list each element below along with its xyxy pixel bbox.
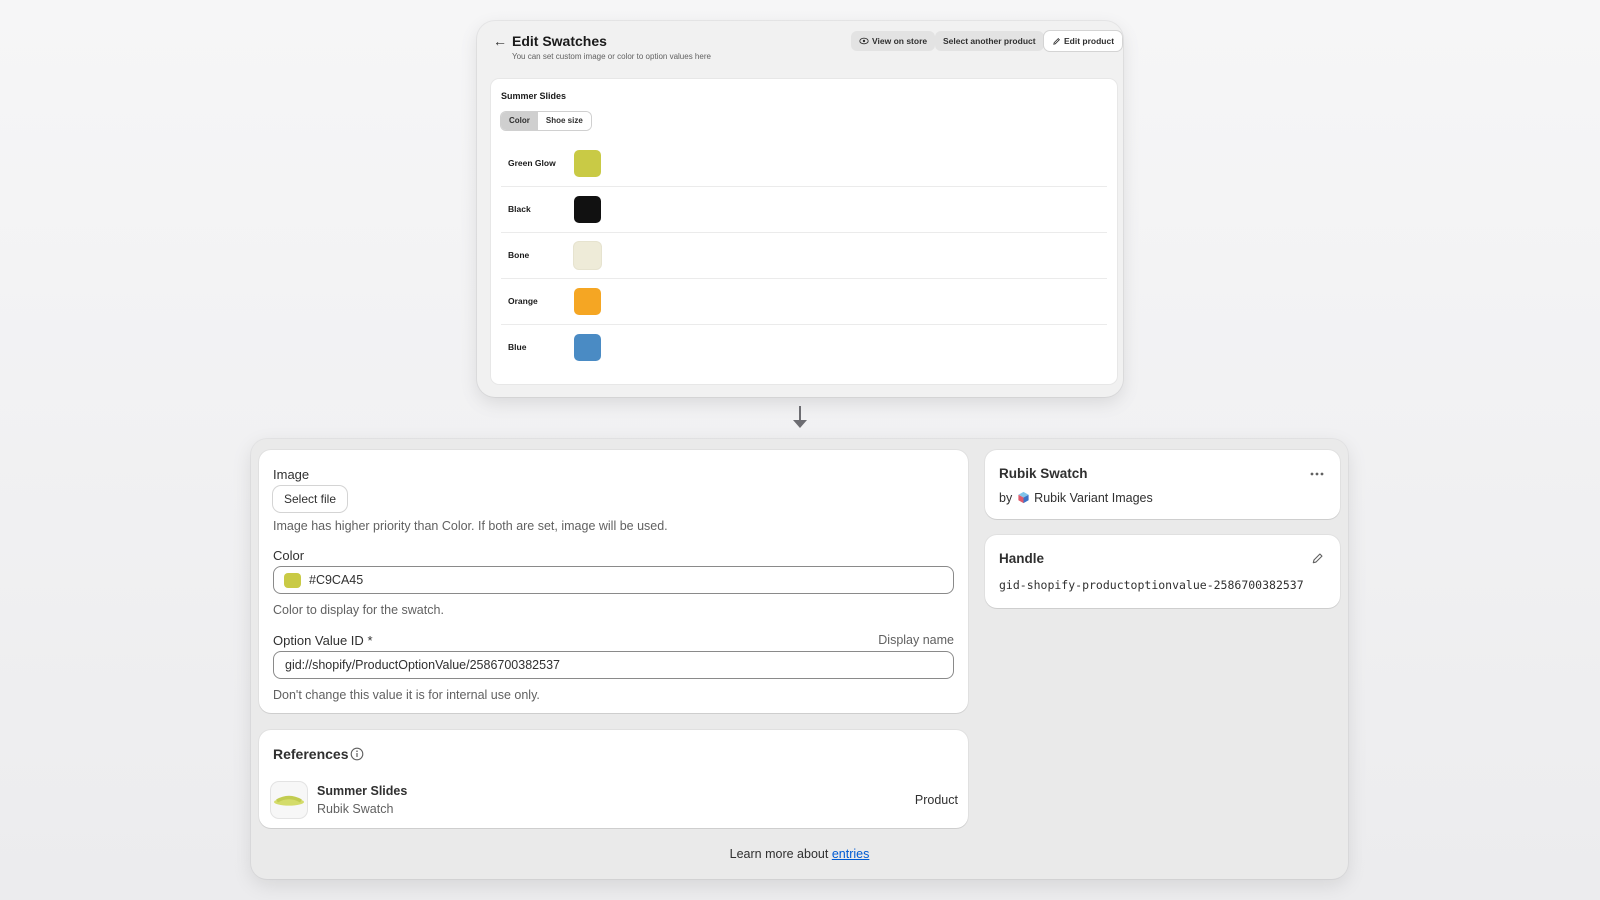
swatch-name: Blue bbox=[508, 342, 527, 352]
view-on-store-button[interactable]: View on store bbox=[851, 31, 936, 51]
entry-editor: Image Select file Image has higher prior… bbox=[251, 439, 1348, 879]
page-header: ← Edit Swatches You can set custom image… bbox=[477, 21, 1123, 77]
references-card: References Summer Slides Rubik Swatch Pr… bbox=[259, 730, 968, 828]
swatch-name: Bone bbox=[508, 250, 530, 260]
swatch-color-chip[interactable] bbox=[574, 196, 601, 223]
entries-link[interactable]: entries bbox=[832, 847, 870, 861]
color-value: #C9CA45 bbox=[309, 573, 364, 587]
option-value-id-field[interactable]: gid://shopify/ProductOptionValue/2586700… bbox=[273, 651, 954, 679]
tab-color[interactable]: Color bbox=[501, 112, 538, 130]
more-options-icon[interactable] bbox=[1310, 472, 1324, 476]
edit-pencil-icon[interactable] bbox=[1311, 552, 1324, 565]
color-help-text: Color to display for the swatch. bbox=[273, 603, 444, 617]
color-preview-swatch[interactable] bbox=[284, 573, 301, 588]
page-title: Edit Swatches bbox=[512, 33, 607, 49]
slide-sandal-image bbox=[274, 795, 304, 806]
app-name[interactable]: Rubik Variant Images bbox=[1034, 491, 1153, 505]
swatch-color-chip[interactable] bbox=[574, 288, 601, 315]
back-arrow-icon[interactable]: ← bbox=[493, 33, 507, 49]
swatch-name: Green Glow bbox=[508, 158, 556, 168]
swatch-form-card: Image Select file Image has higher prior… bbox=[259, 450, 968, 713]
edit-product-button[interactable]: Edit product bbox=[1044, 31, 1123, 51]
option-value-id-value: gid://shopify/ProductOptionValue/2586700… bbox=[285, 658, 560, 672]
handle-value: gid-shopify-productoptionvalue-258670038… bbox=[999, 578, 1304, 592]
cube-logo-icon bbox=[1018, 491, 1029, 504]
option-value-help-text: Don't change this value it is for intern… bbox=[273, 688, 540, 702]
page-subtitle: You can set custom image or color to opt… bbox=[512, 52, 711, 61]
swatch-row[interactable]: Bone bbox=[501, 232, 1107, 279]
product-name: Summer Slides bbox=[501, 91, 567, 101]
image-help-text: Image has higher priority than Color. If… bbox=[273, 519, 668, 533]
display-name-link[interactable]: Display name bbox=[878, 633, 954, 647]
tab-shoe-size[interactable]: Shoe size bbox=[537, 112, 591, 130]
learn-more-text: Learn more about bbox=[729, 847, 829, 861]
app-card-title: Rubik Swatch bbox=[999, 466, 1088, 481]
pencil-icon bbox=[1053, 38, 1060, 45]
app-byline: by Rubik Variant Images bbox=[999, 491, 1153, 505]
reference-type: Product bbox=[914, 793, 958, 807]
app-card: Rubik Swatch by Rubik Variant Images bbox=[985, 450, 1340, 519]
option-value-id-label-text: Option Value ID bbox=[273, 633, 364, 648]
swatch-name: Orange bbox=[508, 296, 538, 306]
swatch-color-chip[interactable] bbox=[574, 334, 601, 361]
reference-subtitle: Rubik Swatch bbox=[317, 802, 394, 816]
option-value-id-label: Option Value ID * bbox=[273, 633, 373, 648]
swatch-color-chip[interactable] bbox=[574, 242, 601, 269]
edit-product-label: Edit product bbox=[1064, 36, 1115, 46]
arrow-down-icon bbox=[793, 406, 807, 428]
info-icon[interactable] bbox=[350, 747, 364, 761]
required-marker: * bbox=[367, 633, 373, 648]
swatches-panel: Summer Slides Color Shoe size Green Glow… bbox=[491, 79, 1117, 384]
swatch-color-chip[interactable] bbox=[574, 150, 601, 177]
product-thumbnail[interactable] bbox=[271, 782, 307, 818]
references-title: References bbox=[273, 746, 349, 762]
swatch-row[interactable]: Orange bbox=[501, 278, 1107, 325]
eye-icon bbox=[859, 37, 869, 45]
reference-title[interactable]: Summer Slides bbox=[317, 784, 407, 798]
option-tabs: Color Shoe size bbox=[501, 112, 591, 130]
handle-title: Handle bbox=[999, 551, 1045, 566]
swatch-row[interactable]: Black bbox=[501, 186, 1107, 233]
swatch-row[interactable]: Green Glow bbox=[501, 140, 1107, 187]
image-label: Image bbox=[273, 467, 310, 482]
color-field[interactable]: #C9CA45 bbox=[273, 566, 954, 594]
learn-more: Learn more about entries bbox=[251, 847, 1348, 861]
select-another-product-label: Select another product bbox=[943, 36, 1036, 46]
handle-card: Handle gid-shopify-productoptionvalue-25… bbox=[985, 535, 1340, 608]
swatch-row[interactable]: Blue bbox=[501, 324, 1107, 370]
swatch-name: Black bbox=[508, 204, 531, 214]
color-label: Color bbox=[273, 548, 305, 563]
view-on-store-label: View on store bbox=[872, 36, 928, 46]
edit-swatches-window: ← Edit Swatches You can set custom image… bbox=[477, 21, 1123, 397]
by-label: by bbox=[999, 491, 1013, 505]
select-file-button[interactable]: Select file bbox=[273, 486, 348, 512]
select-another-product-button[interactable]: Select another product bbox=[935, 31, 1044, 51]
